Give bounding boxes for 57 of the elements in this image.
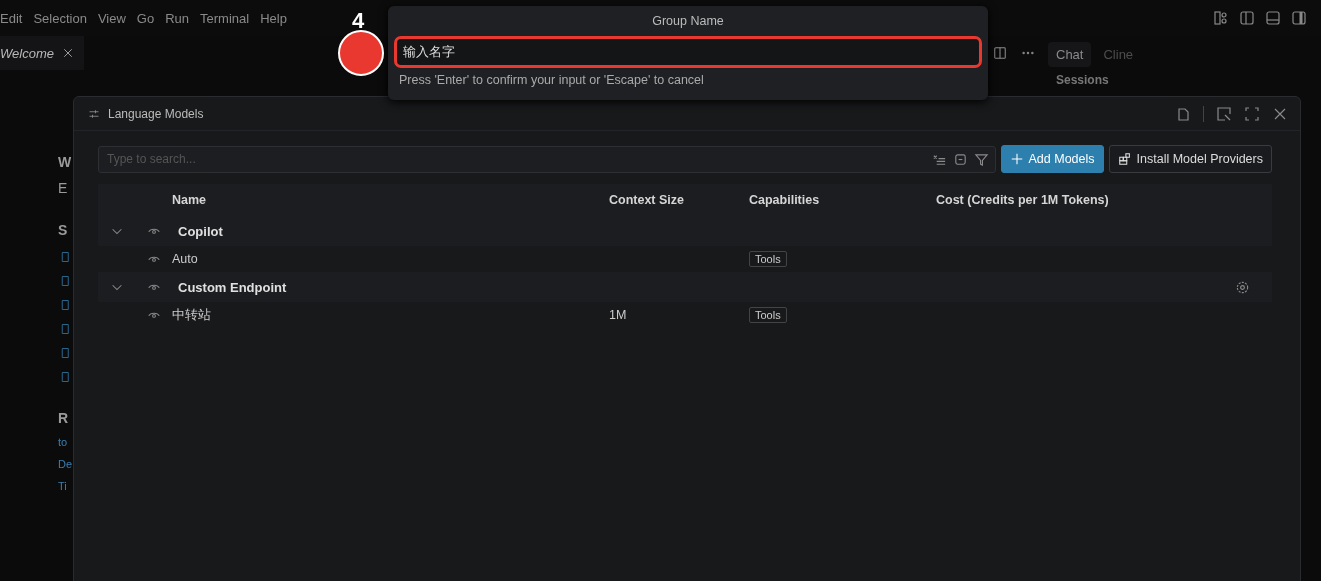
editor-tab[interactable]: Welcome — [0, 36, 84, 70]
extensions-icon — [1117, 152, 1132, 166]
column-header: Context Size — [609, 193, 685, 207]
fullscreen-icon[interactable] — [1244, 105, 1260, 122]
group-name: Custom Endpoint — [177, 279, 288, 295]
sliders-icon — [88, 107, 100, 120]
capability-tag: Tools — [749, 251, 787, 267]
menu-item[interactable]: Terminal — [200, 10, 259, 26]
input-box[interactable]: 输入名字 — [394, 36, 982, 68]
collapse-icon[interactable] — [952, 151, 968, 167]
menu-item[interactable]: Edit — [0, 10, 32, 26]
dialog-title: Language Models — [108, 106, 204, 121]
plus-icon — [1009, 152, 1024, 166]
quick-input-title: Group Name — [652, 14, 724, 28]
chat-tab[interactable]: Chat — [1048, 42, 1092, 67]
capability-tag: Tools — [749, 307, 787, 323]
action-icon[interactable] — [60, 250, 72, 264]
sidebar-icon[interactable] — [1291, 10, 1307, 26]
section-heading: R — [58, 410, 69, 426]
sessions-heading: Sessions — [1055, 72, 1110, 89]
add-models-button[interactable]: Add Models — [1000, 145, 1104, 173]
input-field[interactable]: 输入名字 — [401, 43, 975, 61]
action-icon[interactable] — [60, 298, 72, 312]
filter-icon[interactable] — [973, 151, 989, 167]
sidebar-icon[interactable] — [1239, 10, 1255, 26]
menu-item[interactable]: View — [97, 10, 135, 26]
model-name: 中转站 — [172, 306, 212, 324]
action-icon[interactable] — [60, 346, 72, 360]
welcome-subtitle: E — [58, 180, 68, 196]
column-header: Capabilities — [749, 193, 821, 207]
menu-item[interactable]: Go — [136, 10, 164, 26]
install-providers-button[interactable]: Install Model Providers — [1108, 145, 1272, 173]
action-icon[interactable] — [60, 370, 72, 384]
document-icon[interactable] — [1175, 105, 1191, 122]
column-header: Name — [172, 193, 208, 207]
context-size: 1M — [609, 308, 628, 322]
group-name: Copilot — [177, 223, 224, 239]
cursor-icon[interactable] — [1216, 105, 1232, 122]
split-editor-icon[interactable] — [993, 46, 1007, 60]
panel-icon[interactable] — [1265, 10, 1281, 26]
section-heading: S — [58, 222, 68, 238]
menu-item[interactable]: Run — [165, 10, 199, 26]
input-hint: Press 'Enter' to confirm your input or 'Escape' to cancel — [399, 73, 705, 87]
close-icon[interactable] — [61, 47, 74, 59]
model-name: Auto — [172, 252, 199, 266]
annotation-number: 4 — [352, 8, 365, 34]
action-icon[interactable] — [60, 274, 72, 288]
layout-icon[interactable] — [1213, 10, 1229, 26]
menu-item[interactable]: Selection — [33, 10, 96, 26]
recent-link[interactable]: to — [58, 436, 68, 448]
recent-link[interactable]: Ti — [58, 480, 67, 492]
settings-icon[interactable] — [1234, 279, 1250, 295]
menu-item[interactable]: Help — [260, 10, 296, 26]
welcome-heading: W — [58, 154, 72, 170]
action-icon[interactable] — [60, 322, 72, 336]
column-header: Cost (Credits per 1M Tokens) — [936, 193, 1110, 207]
recent-link[interactable]: De — [58, 458, 73, 470]
